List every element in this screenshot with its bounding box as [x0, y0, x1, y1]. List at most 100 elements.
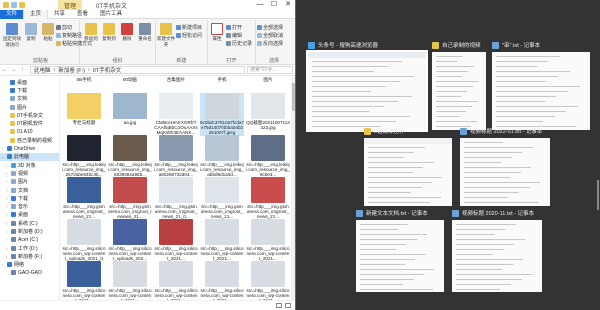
nav-item[interactable]: › 下载	[0, 194, 59, 202]
file-tile[interactable]: src=http___img.siliconera.com_wp-content…	[62, 219, 106, 267]
new-folder-button[interactable]: 新建文件夹	[156, 23, 176, 48]
file-tile[interactable]: src=http___img.siliconera.com_wp-content…	[154, 261, 198, 300]
file-tile[interactable]: CMkKeHmrrXGRfrTCAAf5jBbCoOoAAXsMqKWE3EAA…	[154, 93, 198, 136]
expand-arrow-icon[interactable]: ›	[4, 179, 9, 184]
task-view-window[interactable]: "串".txt - 记事本	[492, 40, 590, 130]
nav-item[interactable]: › 桌面	[0, 211, 59, 219]
file-tile[interactable]: src=http___img.leikeji.com_resource_img_…	[62, 135, 106, 178]
expand-arrow-icon[interactable]: ›	[4, 229, 9, 234]
expand-arrow-icon[interactable]: ›	[4, 246, 9, 251]
nav-item[interactable]: 桌面	[0, 78, 59, 86]
large-icons-view-icon[interactable]	[285, 303, 291, 308]
search-input[interactable]: 搜索"0T手...	[247, 66, 293, 74]
expand-arrow-icon[interactable]: ›	[4, 171, 9, 176]
nav-item[interactable]: › 图片	[0, 178, 59, 186]
expand-arrow-icon[interactable]: ›	[4, 188, 9, 193]
folder-tile[interactable]: 图片	[246, 77, 290, 82]
file-tile[interactable]: src=http___img.leikeji.com_resource_img_…	[246, 135, 290, 178]
tab-picture-tools[interactable]: 图片工具	[94, 10, 128, 19]
file-tile[interactable]: src=http___img.gsmarena.com_imgroot_news…	[62, 177, 106, 220]
tab-view[interactable]: 查看	[71, 10, 94, 19]
nav-item[interactable]: › 3D 对象	[0, 161, 59, 169]
forward-button[interactable]: →	[9, 67, 18, 73]
file-tile[interactable]: src=http___img.siliconera.com_wp-content…	[200, 261, 244, 300]
nav-item[interactable]: 文档	[0, 95, 59, 103]
select-none-button[interactable]: 全部取消	[257, 32, 283, 39]
task-view-window[interactable]: 新建文本文档.txt - 记事本	[356, 208, 444, 292]
task-view-window[interactable]: 视频标题 2022-01.txt - 记事本	[460, 126, 550, 206]
new-item-button[interactable]: 新建项目	[176, 24, 202, 31]
open-button[interactable]: 打开	[226, 24, 242, 31]
nav-item[interactable]: › 网络	[0, 261, 59, 269]
nav-item[interactable]: › 文档	[0, 186, 59, 194]
expand-arrow-icon[interactable]: ›	[4, 163, 9, 168]
file-tile[interactable]: aa.jpg	[108, 93, 152, 125]
nav-item[interactable]: › 新加卷 (D:)	[0, 227, 59, 235]
cut-button[interactable]: 剪切	[56, 24, 72, 31]
invert-selection-button[interactable]: 反向选择	[257, 40, 283, 47]
expand-arrow-icon[interactable]: ›	[4, 212, 9, 217]
tab-home[interactable]: 主页	[23, 9, 49, 19]
folder-tile[interactable]: 合集图片	[154, 77, 198, 82]
nav-item[interactable]: 01 A10	[0, 128, 59, 136]
task-view-window[interactable]: 头条号 - 搜狗高速浏览器	[306, 40, 428, 132]
breadcrumb-item[interactable]: 新加卷 (F:)	[58, 67, 85, 73]
file-tile[interactable]: src=http___img.siliconera.com_wp-content…	[108, 219, 152, 262]
delete-button[interactable]: 删除	[118, 23, 136, 42]
task-view-window[interactable]: 视频标题 2020-11.txt - 记事本	[452, 208, 542, 292]
nav-item[interactable]: 自己录制的视频	[0, 136, 59, 144]
move-to-button[interactable]: 移动到	[82, 23, 100, 42]
file-tile[interactable]: src=http___img.gsmarena.com_imgroot_news…	[246, 177, 290, 220]
easy-access-button[interactable]: 轻松访问	[176, 32, 202, 39]
copy-button[interactable]: 复制	[22, 23, 40, 42]
close-button[interactable]: ✕	[281, 0, 295, 10]
file-tile[interactable]: src=http___img.gsmarena.com_imgroot_news…	[200, 177, 244, 220]
nav-item[interactable]: › 视频	[0, 169, 59, 177]
nav-item[interactable]: ⌄ 此电脑	[0, 152, 59, 161]
details-view-icon[interactable]	[276, 303, 282, 308]
expand-arrow-icon[interactable]: ›	[0, 146, 5, 151]
expand-arrow-icon[interactable]: ⌄	[0, 154, 5, 159]
check-icon[interactable]	[11, 2, 17, 8]
tab-file[interactable]: 文件	[0, 9, 24, 19]
task-view-window[interactable]: 0话媒体创作	[364, 126, 452, 206]
file-tile[interactable]: src=http___img.siliconera.com_wp-content…	[200, 219, 244, 262]
file-tile[interactable]: src=http___img.siliconera.com_wp-content…	[246, 261, 290, 300]
file-tile[interactable]: src=http___img.leikeji.com_resource_img_…	[108, 135, 152, 178]
breadcrumb-item[interactable]: 0T手机杂文	[93, 67, 121, 73]
file-tile[interactable]: src=http___img.siliconera.com_wp-content…	[62, 261, 106, 300]
expand-arrow-icon[interactable]: ›	[4, 221, 9, 226]
task-view-scrollbar[interactable]	[597, 180, 599, 210]
pin-button[interactable]: 固定到快速访问	[2, 23, 22, 48]
select-all-button[interactable]: 全部选择	[257, 24, 283, 31]
folder-tile[interactable]: 0B手机	[62, 77, 106, 82]
file-tile[interactable]: src=http___img.siliconera.com_wp-content…	[246, 219, 290, 262]
back-button[interactable]: ←	[0, 67, 9, 73]
copy-path-button[interactable]: 复制路径	[56, 32, 82, 39]
nav-item[interactable]: 0T刷机软件	[0, 119, 59, 127]
expand-arrow-icon[interactable]: ›	[4, 196, 9, 201]
minimize-button[interactable]: —	[253, 0, 267, 10]
paste-button[interactable]: 粘贴	[39, 23, 57, 42]
file-tile[interactable]: 专栏与标题	[62, 93, 106, 125]
nav-item[interactable]: GAO-GAO	[0, 269, 59, 277]
expand-arrow-icon[interactable]: ›	[0, 262, 5, 267]
nav-item[interactable]: › 系统 (C:)	[0, 219, 59, 227]
expand-arrow-icon[interactable]: ›	[4, 237, 9, 242]
file-tile[interactable]: src=http___img.gsmarena.com_imgroot_news…	[154, 177, 198, 220]
folder-tile[interactable]: 00动画	[108, 77, 152, 82]
up-button[interactable]: ↑	[18, 67, 27, 73]
properties-button[interactable]: 属性	[208, 23, 226, 42]
folder-tile[interactable]: 手机	[200, 77, 244, 82]
file-tile[interactable]: src=http___img.gsmarena.com_imgroot_revi…	[108, 177, 152, 220]
file-tile[interactable]: src=http___img.siliconera.com_wp-content…	[154, 219, 198, 262]
context-tab-manage[interactable]: 管理	[58, 0, 83, 10]
nav-item[interactable]: › 工作 (D:)	[0, 244, 59, 252]
task-view-window[interactable]: 自己录制的视频	[432, 40, 486, 130]
file-tile[interactable]: src=http___img.leikeji.com_resource_img_…	[200, 135, 244, 178]
expand-arrow-icon[interactable]: ›	[4, 204, 9, 209]
nav-item[interactable]: › 新加卷 (F:)	[0, 252, 59, 260]
folder-icon[interactable]	[3, 2, 9, 8]
nav-item[interactable]: 0T手机杂文	[0, 111, 59, 119]
nav-item[interactable]: 图片	[0, 103, 59, 111]
